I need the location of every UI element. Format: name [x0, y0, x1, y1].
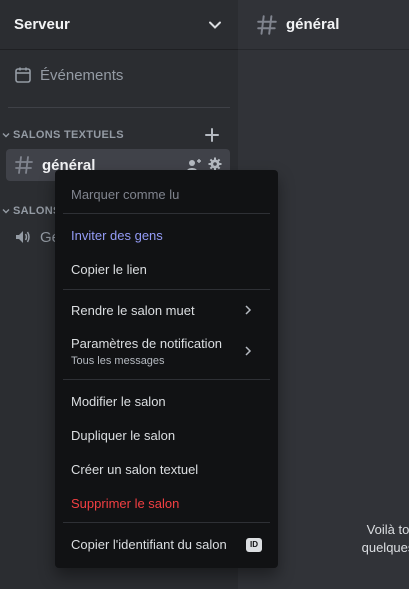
- sidebar-divider: [8, 107, 230, 108]
- hash-icon: [15, 156, 33, 174]
- menu-item-label: Paramètres de notification: [71, 336, 223, 351]
- id-icon: ID: [246, 538, 262, 552]
- server-name: Serveur: [14, 16, 70, 33]
- menu-item-notification-settings[interactable]: Paramètres de notification Tous les mess…: [63, 336, 270, 367]
- menu-separator: [63, 379, 270, 380]
- menu-separator: [63, 213, 270, 214]
- chevron-right-icon: [245, 305, 252, 315]
- welcome-line: Voilà to: [366, 522, 409, 537]
- menu-item-mute[interactable]: Rendre le salon muet: [63, 303, 270, 318]
- events-label: Événements: [40, 66, 124, 84]
- menu-item-delete-channel[interactable]: Supprimer le salon: [63, 496, 270, 511]
- events-item[interactable]: Événements: [14, 66, 123, 84]
- speaker-icon: [16, 231, 30, 243]
- menu-item-sublabel: Tous les messages: [71, 355, 165, 367]
- welcome-text: Voilà to quelques: [358, 521, 409, 557]
- menu-item-duplicate-channel[interactable]: Dupliquer le salon: [63, 428, 270, 443]
- welcome-line: quelques: [361, 540, 409, 555]
- menu-item-mark-read[interactable]: Marquer comme lu: [63, 187, 270, 202]
- menu-separator: [63, 289, 270, 290]
- menu-item-label: Copier le lien: [71, 262, 147, 277]
- menu-item-label: Créer un salon textuel: [71, 462, 199, 477]
- menu-item-label: Copier l'identifiant du salon: [71, 537, 227, 552]
- channel-context-menu: Marquer comme lu Inviter des gens Copier…: [55, 170, 278, 568]
- server-header[interactable]: Serveur: [0, 0, 238, 50]
- chevron-down-icon: [209, 21, 221, 29]
- category-label: SALONS TEXTUELS: [13, 129, 124, 141]
- menu-separator: [63, 522, 270, 523]
- menu-item-copy-channel-id[interactable]: Copier l'identifiant du salon ID: [63, 537, 270, 552]
- voice-channel-item[interactable]: Gé: [14, 228, 60, 246]
- calendar-icon: [15, 67, 31, 83]
- chevron-right-icon: [245, 346, 252, 356]
- menu-item-invite[interactable]: Inviter des gens: [63, 228, 270, 243]
- menu-item-label: Inviter des gens: [71, 228, 163, 243]
- chevron-down-icon: [2, 133, 10, 138]
- category-voice-channels[interactable]: SALONS: [2, 205, 61, 217]
- chevron-down-icon: [2, 209, 10, 214]
- category-text-channels[interactable]: SALONS TEXTUELS: [2, 129, 124, 141]
- menu-item-edit-channel[interactable]: Modifier le salon: [63, 394, 270, 409]
- menu-item-label: Dupliquer le salon: [71, 428, 176, 443]
- channel-header: général: [238, 0, 409, 50]
- gear-icon[interactable]: [208, 157, 222, 171]
- menu-item-label: Rendre le salon muet: [71, 303, 195, 318]
- menu-item-label: Marquer comme lu: [71, 187, 180, 202]
- menu-item-copy-link[interactable]: Copier le lien: [63, 262, 270, 277]
- add-channel-icon[interactable]: [205, 128, 219, 142]
- category-label: SALONS: [13, 205, 61, 217]
- hash-icon: [257, 14, 277, 35]
- menu-item-label: Modifier le salon: [71, 394, 166, 409]
- menu-item-create-text-channel[interactable]: Créer un salon textuel: [63, 462, 270, 477]
- menu-item-label: Supprimer le salon: [71, 496, 180, 511]
- channel-title: général: [286, 16, 340, 33]
